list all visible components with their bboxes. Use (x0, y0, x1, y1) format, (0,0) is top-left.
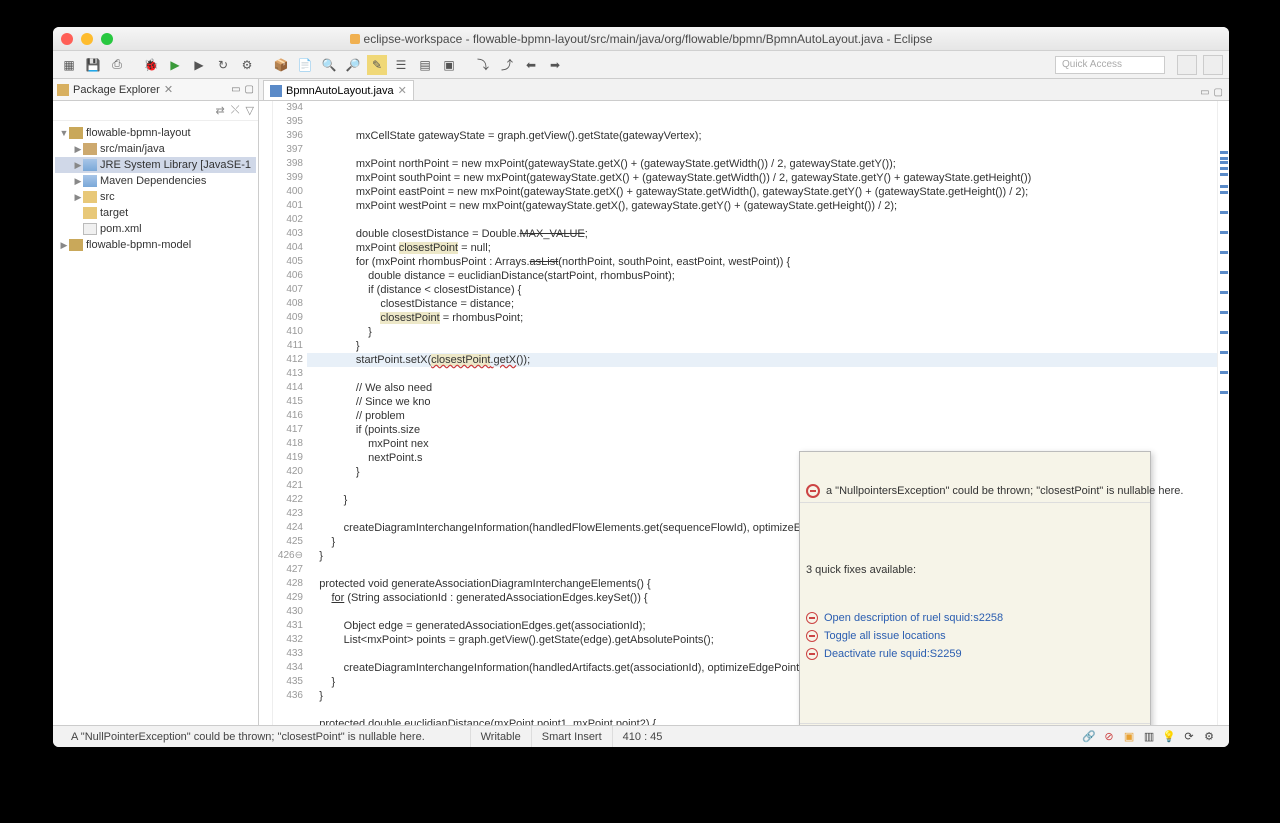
close-view[interactable]: ✕ (164, 83, 173, 96)
project-tree[interactable]: ▼flowable-bpmn-layout▶src/main/java▶JRE … (53, 121, 258, 725)
quickfix-label: 3 quick fixes available: (806, 563, 1144, 577)
build-icon[interactable]: ▥ (1141, 729, 1157, 745)
editor-area: BpmnAutoLayout.java ✕ ▭ ▢ 394395396397398… (259, 79, 1229, 725)
progress-icon[interactable]: ⚙ (1201, 729, 1217, 745)
main-toolbar: ▦ 💾 ⎙ 🐞 ▶ ▶ ↻ ⚙ 📦 📄 🔍 🔎 ✎ ☰ ▤ ▣ ⤵ ⤴ ⬅ ➡ … (53, 51, 1229, 79)
run-last-button[interactable]: ↻ (213, 55, 233, 75)
link-editor-button[interactable]: ⤬ (231, 104, 240, 117)
updates-icon[interactable]: ⟳ (1181, 729, 1197, 745)
quickfix-item[interactable]: Open description of ruel squid:s2258 (806, 609, 1144, 627)
annotation-button[interactable]: ▤ (415, 55, 435, 75)
next-annotation-button[interactable]: ⤵ (473, 55, 493, 75)
new-package-button[interactable]: 📦 (271, 55, 291, 75)
java-file-icon (270, 85, 282, 97)
sonar-error-icon[interactable]: ⊘ (1101, 729, 1117, 745)
link-icon[interactable]: 🔗 (1081, 729, 1097, 745)
feed-icon[interactable]: ▣ (1121, 729, 1137, 745)
status-trim: 🔗 ⊘ ▣ ▥ 💡 ⟳ ⚙ (1081, 729, 1221, 745)
view-title: Package Explorer (73, 84, 160, 96)
perspective-other[interactable] (1203, 55, 1223, 75)
new-class-button[interactable]: 📄 (295, 55, 315, 75)
quickfix-item[interactable]: Deactivate rule squid:S2259 (806, 645, 1144, 663)
save-all-button[interactable]: ⎙ (107, 55, 127, 75)
perspective-java[interactable] (1177, 55, 1197, 75)
hover-tooltip: a "NullpointersException" could be throw… (799, 451, 1151, 725)
forward-button[interactable]: ➡ (545, 55, 565, 75)
new-button[interactable]: ▦ (59, 55, 79, 75)
quick-access-input[interactable]: Quick Access (1055, 56, 1165, 74)
save-button[interactable]: 💾 (83, 55, 103, 75)
coverage-button[interactable]: ▶ (189, 55, 209, 75)
tip-icon[interactable]: 💡 (1161, 729, 1177, 745)
maximize-view[interactable]: ▢ (245, 84, 254, 95)
package-explorer-view: Package Explorer ✕ ▭ ▢ ⇄ ⤬ ▽ ▼flowable-bpm… (53, 79, 259, 725)
tooltip-message: a "NullpointersException" could be throw… (826, 484, 1183, 498)
overview-ruler[interactable] (1217, 101, 1229, 725)
minimize-editor[interactable]: ▭ (1200, 87, 1209, 98)
run-button[interactable]: ▶ (165, 55, 185, 75)
debug-button[interactable]: 🐞 (141, 55, 161, 75)
tooltip-footer: Press 'F2' for focus (800, 723, 1150, 725)
view-toolbar: ⇄ ⤬ ▽ (53, 101, 258, 121)
tree-item[interactable]: ▶Maven Dependencies (55, 173, 256, 189)
editor-presentation-button[interactable]: ▣ (439, 55, 459, 75)
app-window: eclipse-workspace - flowable-bpmn-layout… (53, 27, 1229, 747)
open-type-button[interactable]: 🔍 (319, 55, 339, 75)
search-button[interactable]: 🔎 (343, 55, 363, 75)
package-explorer-icon (57, 84, 69, 96)
tree-item[interactable]: ▶JRE System Library [JavaSE-1 (55, 157, 256, 173)
window-title: eclipse-workspace - flowable-bpmn-layout… (53, 32, 1229, 46)
titlebar: eclipse-workspace - flowable-bpmn-layout… (53, 27, 1229, 51)
tree-item[interactable]: target (55, 205, 256, 221)
prev-annotation-button[interactable]: ⤴ (497, 55, 517, 75)
tree-item[interactable]: ▶src (55, 189, 256, 205)
quickfix-item[interactable]: Toggle all issue locations (806, 627, 1144, 645)
tree-item[interactable]: ▶src/main/java (55, 141, 256, 157)
status-bar: A "NullPointerException" could be thrown… (53, 725, 1229, 747)
folding-ruler[interactable] (259, 101, 273, 725)
editor-tab[interactable]: BpmnAutoLayout.java ✕ (263, 80, 414, 100)
status-writable: Writable (470, 726, 531, 747)
source-text[interactable]: mxCellState gatewayState = graph.getView… (307, 101, 1217, 725)
back-button[interactable]: ⬅ (521, 55, 541, 75)
task-button[interactable]: ☰ (391, 55, 411, 75)
tree-item[interactable]: ▶flowable-bpmn-model (55, 237, 256, 253)
collapse-all-button[interactable]: ⇄ (216, 104, 225, 117)
tree-item[interactable]: ▼flowable-bpmn-layout (55, 125, 256, 141)
toggle-mark-button[interactable]: ✎ (367, 55, 387, 75)
view-header: Package Explorer ✕ ▭ ▢ (53, 79, 258, 101)
code-editor[interactable]: 3943953963973983994004014024034044054064… (259, 101, 1229, 725)
editor-tabbar: BpmnAutoLayout.java ✕ ▭ ▢ (259, 79, 1229, 101)
minimize-view[interactable]: ▭ (231, 84, 240, 95)
view-menu-button[interactable]: ▽ (246, 104, 254, 117)
tab-label: BpmnAutoLayout.java (286, 85, 394, 97)
java-file-icon (350, 34, 360, 44)
maximize-editor[interactable]: ▢ (1214, 87, 1223, 98)
status-insert: Smart Insert (531, 726, 612, 747)
line-gutter[interactable]: 3943953963973983994004014024034044054064… (273, 101, 307, 725)
close-tab[interactable]: ✕ (398, 84, 407, 97)
workbench: Package Explorer ✕ ▭ ▢ ⇄ ⤬ ▽ ▼flowable-bpm… (53, 79, 1229, 725)
error-icon (806, 484, 820, 498)
tree-item[interactable]: pom.xml (55, 221, 256, 237)
status-position: 410 : 45 (612, 726, 673, 747)
external-tools-button[interactable]: ⚙ (237, 55, 257, 75)
status-message: A "NullPointerException" could be thrown… (61, 726, 470, 747)
